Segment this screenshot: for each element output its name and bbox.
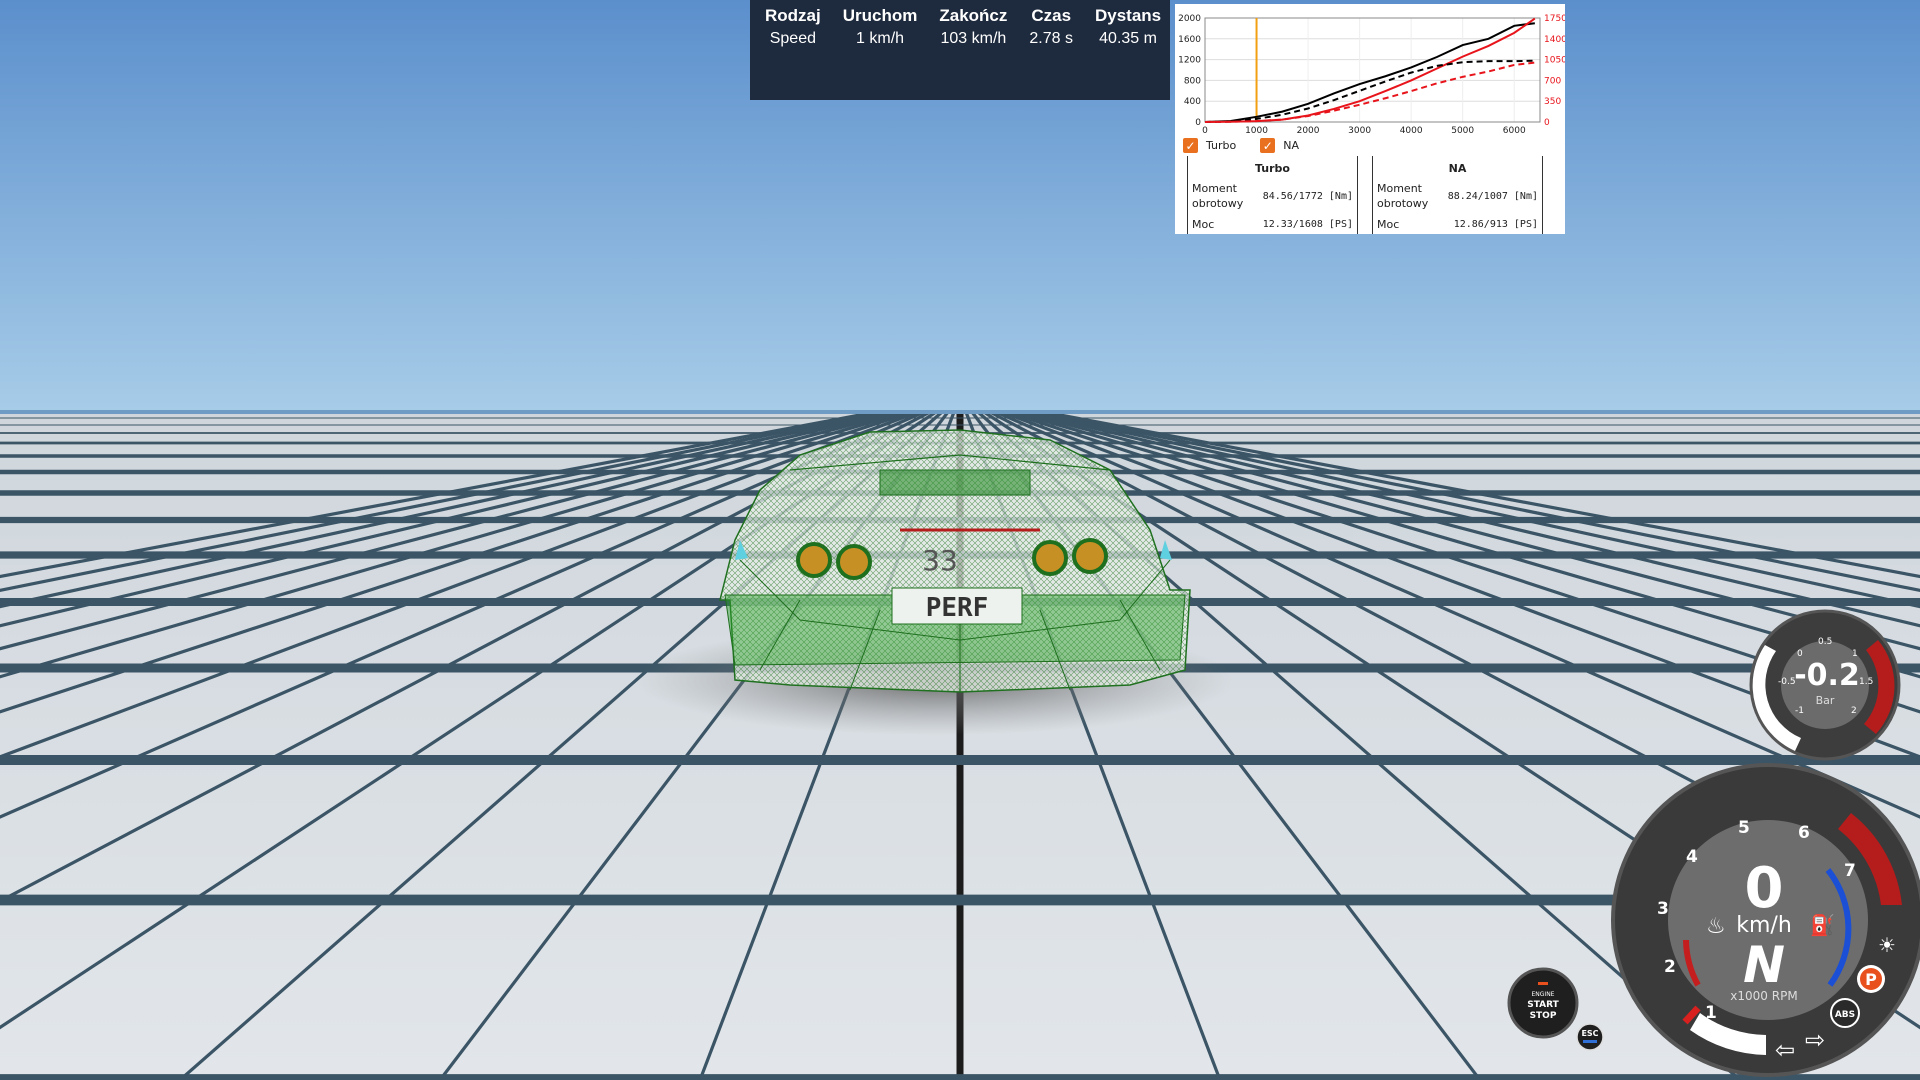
rpm-tick-6: 6	[1798, 823, 1810, 843]
esc-button[interactable]: ESC	[1576, 1023, 1604, 1051]
fuel-icon: ⛽	[1810, 913, 1835, 937]
rpm-tick-5: 5	[1738, 818, 1750, 838]
boost-tick-1-5: 1.5	[1859, 677, 1873, 687]
speedometer: 1 2 3 4 5 6 7 0 km/h N x1000 RPM ♨ ⛽ ☀ P…	[1611, 763, 1920, 1077]
engine-button-line3: STOP	[1530, 1011, 1557, 1021]
boost-tick-0-5: 0.5	[1818, 637, 1832, 647]
rpm-label: x1000 RPM	[1730, 989, 1797, 1003]
hud-overlay: 0 0.5 1 1.5 2 -0.5 -1 -0.2 Bar 1 2 3 4 5…	[1507, 609, 1920, 1077]
headlight-icon: ☀	[1878, 935, 1896, 957]
boost-tick-2: 2	[1851, 706, 1857, 716]
abs-label: ABS	[1835, 1010, 1855, 1020]
rpm-tick-3: 3	[1657, 899, 1669, 919]
rpm-tick-7: 7	[1844, 861, 1856, 881]
engine-button-line1: ENGINE	[1532, 991, 1555, 998]
coolant-temp-icon: ♨	[1706, 913, 1726, 938]
parking-brake-label: P	[1865, 970, 1877, 989]
boost-tick-neg-1: -1	[1795, 706, 1804, 716]
engine-start-stop-button[interactable]: ENGINE START STOP	[1507, 967, 1579, 1039]
speed-value: 0	[1745, 856, 1784, 921]
turn-signal-right-icon[interactable]: ⇨	[1805, 1027, 1825, 1054]
rpm-tick-1: 1	[1705, 1003, 1717, 1023]
rpm-tick-4: 4	[1686, 847, 1698, 867]
speed-unit: km/h	[1736, 913, 1792, 938]
turn-signal-left-icon[interactable]: ⇦	[1775, 1037, 1795, 1064]
gear-indicator: N	[1743, 936, 1785, 994]
boost-unit: Bar	[1816, 694, 1835, 707]
engine-button-line2: START	[1527, 1000, 1559, 1010]
boost-gauge: 0 0.5 1 1.5 2 -0.5 -1 -0.2 Bar	[1749, 609, 1901, 761]
rpm-tick-2: 2	[1664, 957, 1676, 977]
esc-label: ESC	[1581, 1029, 1598, 1038]
boost-tick-neg-0-5: -0.5	[1778, 677, 1796, 687]
boost-value: -0.2	[1794, 658, 1860, 693]
